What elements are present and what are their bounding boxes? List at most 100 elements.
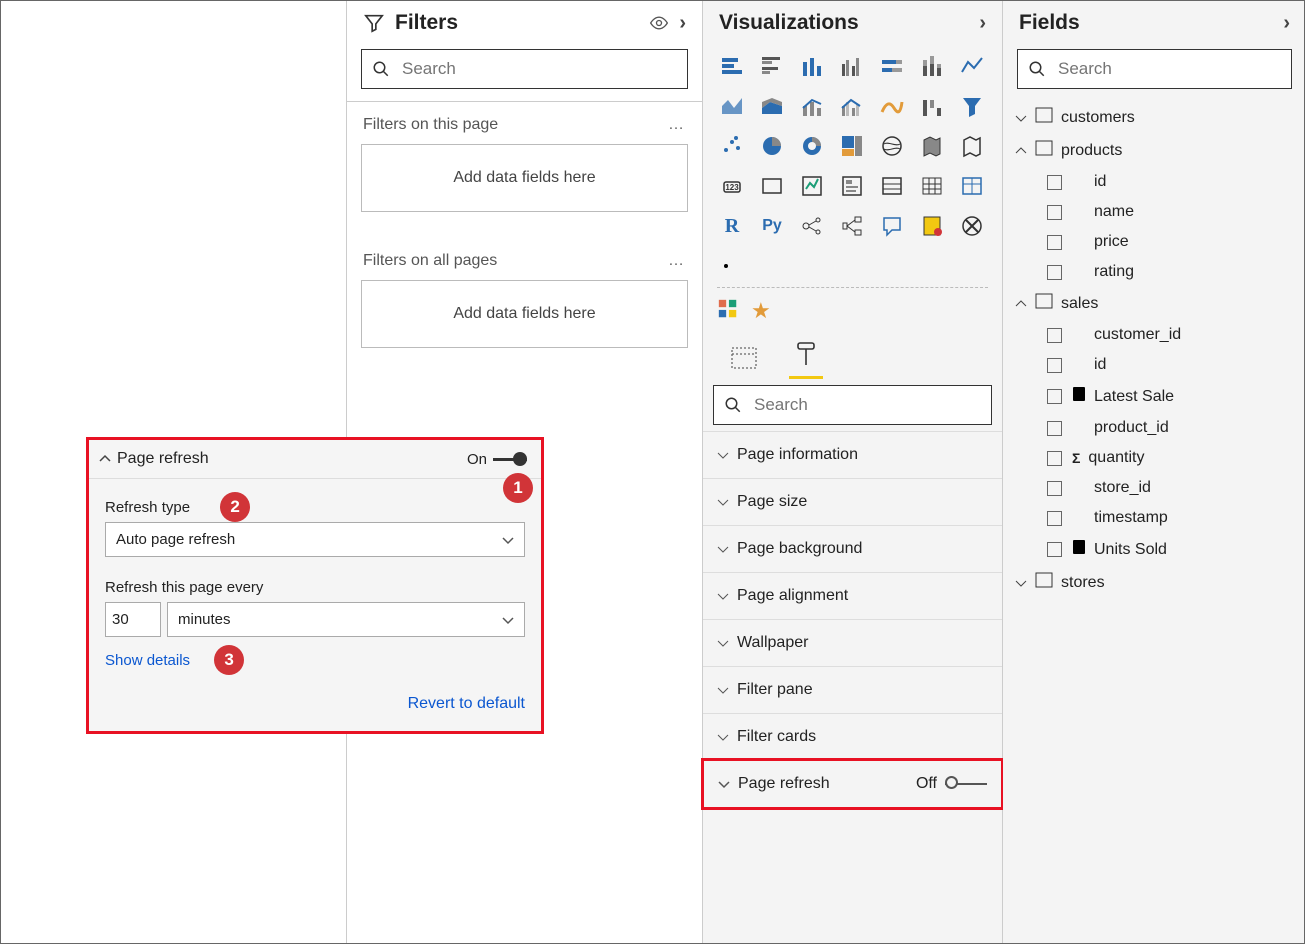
field-sales-units-sold[interactable]: Units Sold	[1003, 533, 1305, 566]
accordion-page-information[interactable]: Page information	[703, 431, 1002, 478]
field-sales-product_id[interactable]: product_id	[1003, 413, 1305, 443]
viz-filled-map-icon[interactable]	[917, 131, 947, 161]
viz-gauge-icon[interactable]: 123	[717, 171, 747, 201]
field-checkbox[interactable]	[1047, 328, 1062, 343]
accordion-wallpaper[interactable]: Wallpaper	[703, 619, 1002, 666]
field-products-rating[interactable]: rating	[1003, 257, 1305, 287]
viz-line-col-icon[interactable]	[797, 91, 827, 121]
viz-more-icon[interactable]	[717, 251, 747, 281]
accordion-page-background[interactable]: Page background	[703, 525, 1002, 572]
viz-search-input[interactable]	[752, 394, 981, 416]
viz-slicer-icon[interactable]	[877, 171, 907, 201]
viz-table-icon[interactable]	[917, 171, 947, 201]
table-customers[interactable]: customers	[1003, 101, 1305, 134]
report-canvas[interactable]: Page refresh On 1 Refresh type 2 Auto pa…	[1, 1, 346, 943]
viz-stacked-col-icon[interactable]	[797, 51, 827, 81]
viz-ribbon-icon[interactable]	[877, 91, 907, 121]
field-products-name[interactable]: name	[1003, 197, 1305, 227]
show-details-link[interactable]: Show details	[105, 652, 190, 669]
collapse-fields-icon[interactable]: ›	[1283, 12, 1290, 35]
table-products[interactable]: products	[1003, 134, 1305, 167]
field-checkbox[interactable]	[1047, 358, 1062, 373]
field-checkbox[interactable]	[1047, 235, 1062, 250]
viz-map-icon[interactable]	[877, 131, 907, 161]
viz-multi-card-icon[interactable]	[797, 171, 827, 201]
viz-stacked-area-bar-icon[interactable]	[877, 51, 907, 81]
viz-stacked-area-icon[interactable]	[757, 91, 787, 121]
field-sales-id[interactable]: id	[1003, 350, 1305, 380]
format-tab[interactable]	[789, 334, 823, 379]
viz-treemap-icon[interactable]	[837, 131, 867, 161]
page-refresh-toggle-off[interactable]	[945, 777, 987, 791]
field-checkbox[interactable]	[1047, 175, 1062, 190]
accordion-filter-pane[interactable]: Filter pane	[703, 666, 1002, 713]
field-checkbox[interactable]	[1047, 481, 1062, 496]
field-checkbox[interactable]	[1047, 451, 1062, 466]
field-checkbox[interactable]	[1047, 542, 1062, 557]
field-checkbox[interactable]	[1047, 265, 1062, 280]
field-sales-timestamp[interactable]: timestamp	[1003, 503, 1305, 533]
field-sales-quantity[interactable]: Σquantity	[1003, 443, 1305, 473]
viz-funnel-icon[interactable]	[957, 91, 987, 121]
viz-card-icon[interactable]	[757, 171, 787, 201]
viz-line-col-cluster-icon[interactable]	[837, 91, 867, 121]
filters-all-dropzone[interactable]: Add data fields here	[361, 280, 688, 348]
interval-value-input[interactable]: 30	[105, 602, 161, 637]
viz-kpi-icon[interactable]	[837, 171, 867, 201]
viz-shape-map-icon[interactable]	[957, 131, 987, 161]
field-sales-latest-sale[interactable]: Latest Sale	[1003, 380, 1305, 413]
viz-scatter-icon[interactable]	[717, 131, 747, 161]
viz-area-icon[interactable]	[717, 91, 747, 121]
field-checkbox[interactable]	[1047, 389, 1062, 404]
fields-search[interactable]	[1017, 49, 1292, 89]
filters-search[interactable]	[361, 49, 688, 89]
viz-search[interactable]	[713, 385, 992, 425]
eye-icon[interactable]	[649, 13, 669, 33]
collapse-filters-icon[interactable]: ›	[679, 12, 686, 35]
viz-matrix-icon[interactable]	[957, 171, 987, 201]
star-icon[interactable]: ★	[751, 298, 771, 324]
field-products-price[interactable]: price	[1003, 227, 1305, 257]
viz-key-influencers-icon[interactable]	[797, 211, 827, 241]
page-refresh-toggle[interactable]	[493, 452, 527, 466]
chevron-up-icon[interactable]	[99, 453, 111, 465]
viz-arcgis-icon[interactable]	[957, 211, 987, 241]
accordion-page-refresh[interactable]: Page refresh Off	[701, 758, 1004, 810]
viz-decomposition-icon[interactable]	[837, 211, 867, 241]
field-checkbox[interactable]	[1047, 421, 1062, 436]
viz-Py-icon[interactable]: Py	[757, 211, 787, 241]
accordion-page-alignment[interactable]: Page alignment	[703, 572, 1002, 619]
viz-line-icon[interactable]	[957, 51, 987, 81]
viz-clustered-col-icon[interactable]	[837, 51, 867, 81]
revert-to-default-link[interactable]: Revert to default	[89, 681, 541, 731]
table-sales[interactable]: sales	[1003, 287, 1305, 320]
filters-page-menu[interactable]: …	[668, 116, 686, 134]
table-icon	[1035, 107, 1053, 128]
app-icon[interactable]	[717, 298, 739, 324]
field-products-id[interactable]: id	[1003, 167, 1305, 197]
table-stores[interactable]: stores	[1003, 566, 1305, 599]
field-checkbox[interactable]	[1047, 511, 1062, 526]
field-sales-customer_id[interactable]: customer_id	[1003, 320, 1305, 350]
viz-donut-icon[interactable]	[797, 131, 827, 161]
viz-paginated-icon[interactable]	[917, 211, 947, 241]
refresh-type-select[interactable]: Auto page refresh	[105, 522, 525, 557]
field-checkbox[interactable]	[1047, 205, 1062, 220]
interval-unit-select[interactable]: minutes	[167, 602, 525, 637]
viz-stacked-bar-icon[interactable]	[717, 51, 747, 81]
viz-waterfall-icon[interactable]	[917, 91, 947, 121]
accordion-page-size[interactable]: Page size	[703, 478, 1002, 525]
viz-q-and-a-icon[interactable]	[877, 211, 907, 241]
viz-R-icon[interactable]: R	[717, 211, 747, 241]
viz-clustered-bar-icon[interactable]	[757, 51, 787, 81]
accordion-filter-cards[interactable]: Filter cards	[703, 713, 1002, 760]
fields-well-tab[interactable]	[725, 339, 763, 379]
collapse-viz-icon[interactable]: ›	[979, 12, 986, 35]
filters-all-menu[interactable]: …	[668, 252, 686, 270]
viz-pie-icon[interactable]	[757, 131, 787, 161]
field-sales-store_id[interactable]: store_id	[1003, 473, 1305, 503]
fields-search-input[interactable]	[1056, 58, 1281, 80]
filters-search-input[interactable]	[400, 58, 677, 80]
filters-page-dropzone[interactable]: Add data fields here	[361, 144, 688, 212]
viz-col-group-icon[interactable]	[917, 51, 947, 81]
